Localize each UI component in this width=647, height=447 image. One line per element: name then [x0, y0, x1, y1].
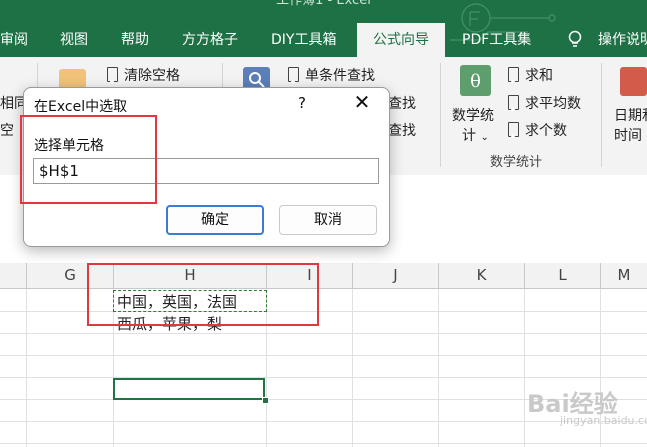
svg-text:θ: θ	[470, 71, 481, 92]
bookmark-icon	[508, 67, 519, 83]
single-condition-lookup-button[interactable]: 单条件查找	[288, 65, 375, 85]
highlight-box-dialog	[20, 115, 157, 204]
average-button[interactable]: 求平均数	[508, 93, 581, 113]
active-cell-selection[interactable]	[113, 378, 265, 400]
close-button[interactable]: ✕	[348, 90, 376, 116]
lookup-button-2[interactable]: 查找	[388, 93, 416, 113]
math-stats-button-line2[interactable]: 计 ⌄	[462, 125, 489, 145]
sum-button[interactable]: 求和	[508, 65, 553, 85]
tab-review[interactable]: 审阅	[0, 23, 33, 57]
ok-button[interactable]: 确定	[166, 205, 264, 235]
math-stats-button-line1[interactable]: 数学统	[452, 105, 494, 125]
column-header-j[interactable]: J	[353, 263, 439, 288]
column-header-l[interactable]: L	[525, 263, 601, 288]
lightbulb-icon	[566, 23, 584, 57]
theta-icon[interactable]: θ	[460, 65, 491, 96]
tab-tell-me[interactable]: 操作说明	[598, 23, 647, 57]
lookup-button-3[interactable]: 查找	[388, 120, 416, 140]
window-title: 工作簿1 - Excel	[276, 0, 371, 8]
help-button[interactable]: ?	[298, 94, 306, 112]
date-time-button-line2[interactable]: 时间	[614, 125, 642, 145]
tab-pdf-tools[interactable]: PDF工具集	[462, 23, 542, 57]
bookmark-icon	[288, 67, 299, 83]
column-header-k[interactable]: K	[439, 263, 525, 288]
watermark-subtext: jingyan.baidu.com	[560, 414, 647, 427]
count-button[interactable]: 求个数	[508, 120, 567, 140]
tab-formula-wizard[interactable]: 公式向导	[357, 23, 445, 57]
bookmark-icon	[508, 95, 519, 111]
clear-spaces-button[interactable]: 清除空格	[107, 65, 180, 85]
bookmark-icon	[508, 122, 519, 138]
calendar-icon[interactable]	[620, 67, 647, 96]
tab-view[interactable]: 视图	[60, 23, 92, 57]
ribbon-partial-text-2: 空	[0, 123, 14, 139]
ribbon-tab-bar: 审阅 视图 帮助 方方格子 DIY工具箱 公式向导 PDF工具集 操作说明	[0, 3, 647, 57]
math-stats-group-label: 数学统计	[490, 155, 543, 170]
cancel-button[interactable]: 取消	[279, 205, 377, 235]
bookmark-icon	[107, 67, 118, 83]
column-header-m[interactable]: M	[601, 263, 647, 288]
tab-diy-toolbox[interactable]: DIY工具箱	[271, 23, 346, 57]
dialog-title: 在Excel中选取	[34, 99, 128, 115]
tab-help[interactable]: 帮助	[121, 23, 153, 57]
date-time-button-line1[interactable]: 日期和	[614, 105, 647, 125]
highlight-box-cells	[87, 263, 319, 326]
chevron-down-icon: ⌄	[480, 132, 489, 143]
tab-fangfang[interactable]: 方方格子	[182, 23, 246, 57]
fill-handle[interactable]	[262, 397, 269, 404]
